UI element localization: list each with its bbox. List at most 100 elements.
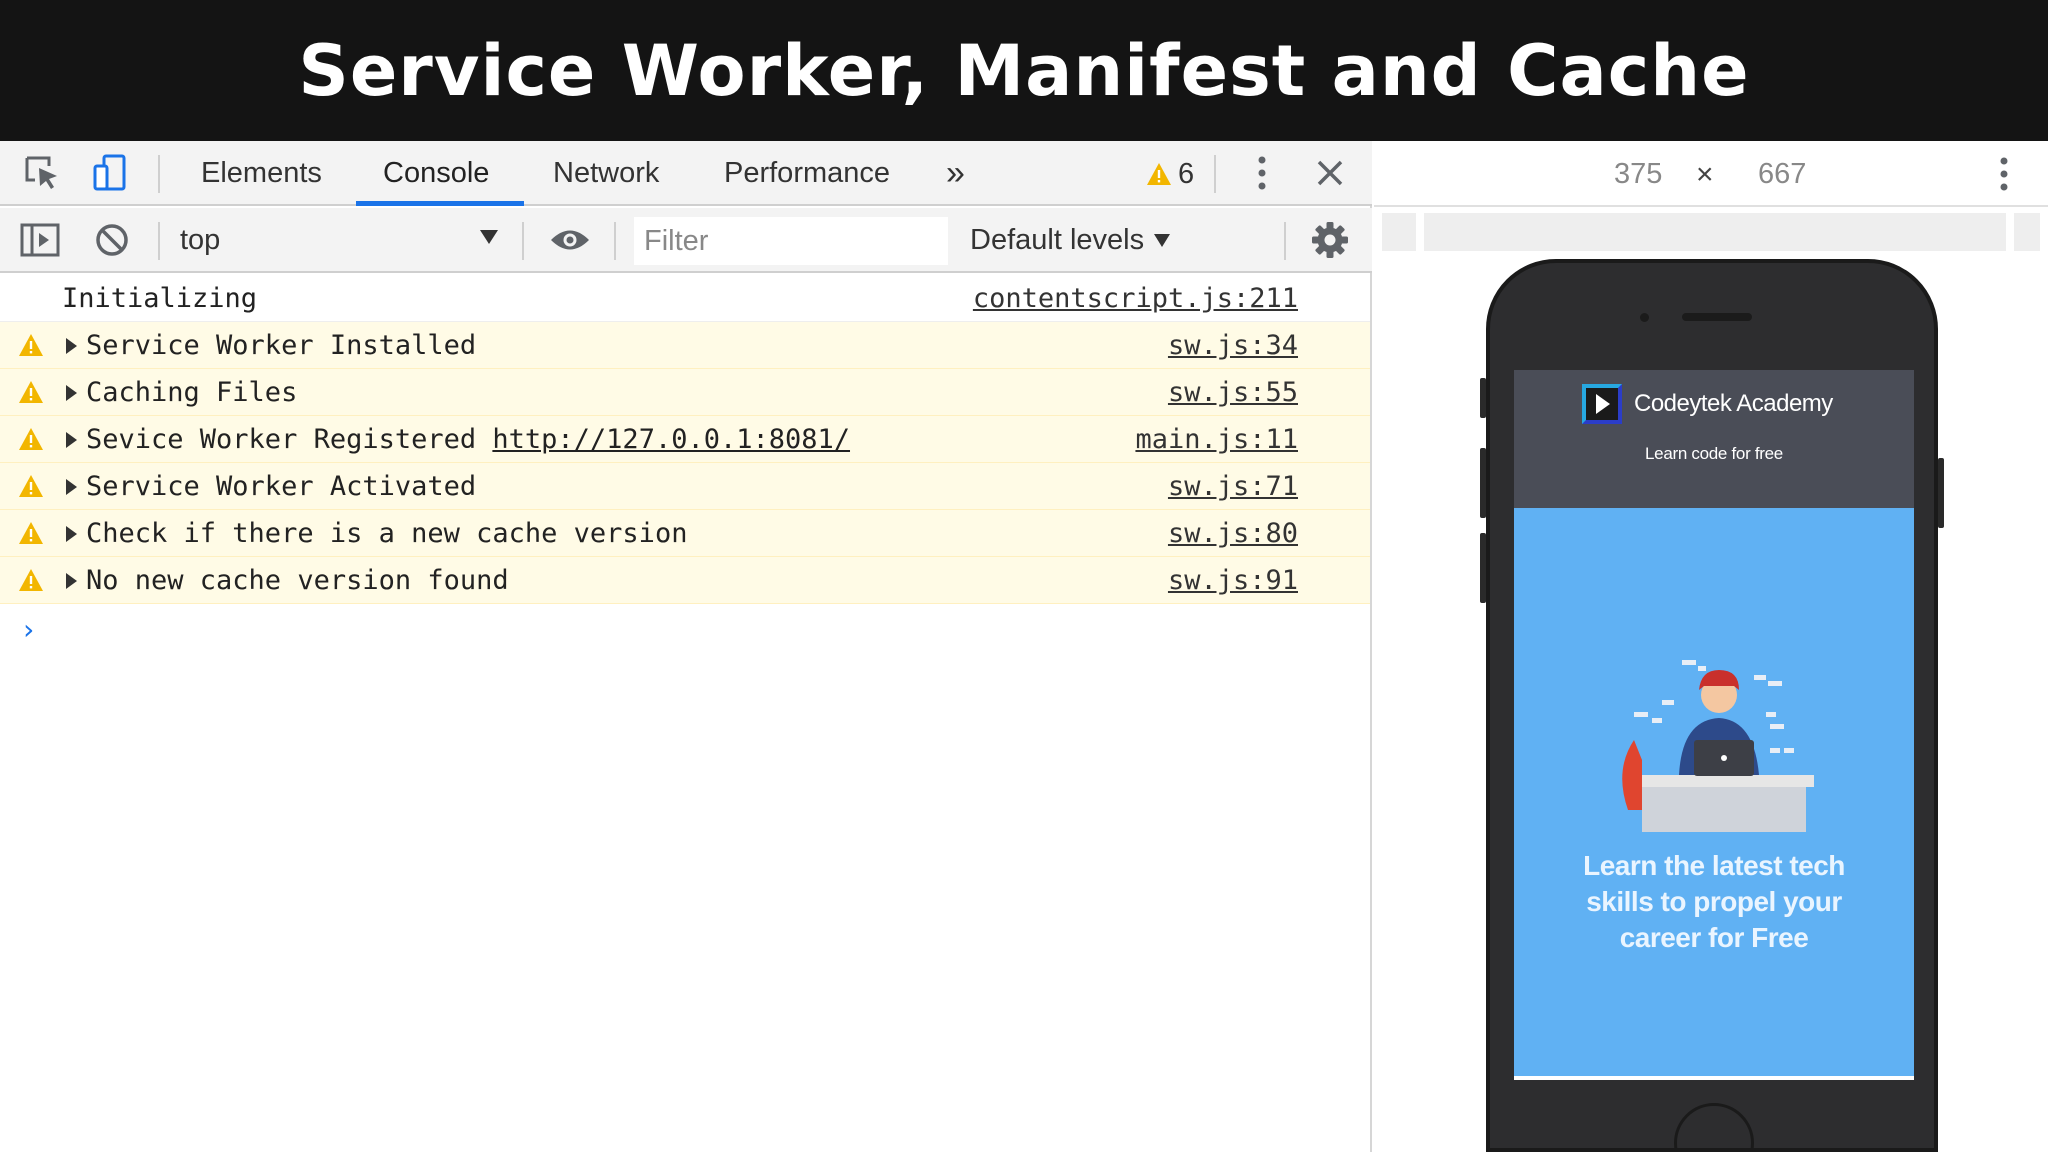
tab-performance[interactable]: Performance [724, 141, 890, 206]
hero-section: Learn the latest tech skills to propel y… [1514, 508, 1914, 1080]
console-row[interactable]: Caching Files sw.js:55 [0, 369, 1370, 416]
app-tagline: Learn code for free [1645, 444, 1783, 463]
console-message: Service Worker Activated [86, 471, 477, 502]
warning-count: 6 [1178, 157, 1195, 190]
ruler-segment[interactable] [1382, 213, 1416, 251]
device-dimensions-bar: 375 × 667 [1374, 141, 2048, 207]
console-row[interactable]: Initializing contentscript.js:211 [0, 275, 1370, 322]
hero-headline-line: Learn the latest tech [1583, 850, 1845, 881]
console-message: Service Worker Installed [86, 330, 477, 361]
phone-side-button [1480, 378, 1486, 418]
console-row[interactable]: Check if there is a new cache version sw… [0, 510, 1370, 557]
close-devtools-icon[interactable] [1308, 151, 1352, 195]
console-message-text: Sevice Worker Registered [86, 424, 493, 455]
url-link[interactable]: http://127.0.0.1:8081/ [492, 424, 850, 455]
devtools-tab-bar: Elements Console Network Performance » 6 [0, 141, 1372, 206]
console-message: Check if there is a new cache version [86, 518, 688, 549]
active-tab-indicator [356, 201, 524, 206]
console-messages: Initializing contentscript.js:211 Servic… [0, 275, 1370, 1152]
ruler-segment[interactable] [1424, 213, 2006, 251]
more-tabs-icon[interactable]: » [946, 141, 965, 206]
source-link[interactable]: main.js:11 [1135, 416, 1298, 463]
warning-icon [19, 334, 43, 356]
source-link[interactable]: sw.js:71 [1168, 463, 1298, 510]
toolbar-divider [522, 222, 524, 260]
tab-network[interactable]: Network [553, 141, 659, 206]
console-row[interactable]: Service Worker Activated sw.js:71 [0, 463, 1370, 510]
show-sidebar-icon[interactable] [18, 218, 62, 262]
context-selector[interactable]: top [180, 208, 220, 273]
context-dropdown-icon[interactable] [480, 230, 498, 244]
expand-triangle-icon[interactable] [66, 573, 77, 589]
ruler-segment[interactable] [2014, 213, 2040, 251]
console-message: Initializing [62, 283, 258, 314]
console-row[interactable]: Service Worker Installed sw.js:34 [0, 322, 1370, 369]
warning-icon [19, 428, 43, 450]
app-name[interactable]: Codeytek Academy [1634, 384, 1833, 424]
dimension-times-symbol: × [1696, 158, 1714, 191]
tab-console[interactable]: Console [383, 141, 489, 206]
phone-side-button [1938, 458, 1944, 528]
title-banner: Service Worker, Manifest and Cache [0, 0, 2048, 141]
app-header: Codeytek Academy Learn code for free [1514, 370, 1914, 508]
console-message: Sevice Worker Registered http://127.0.0.… [86, 416, 850, 463]
source-link[interactable]: sw.js:55 [1168, 369, 1298, 416]
console-settings-gear-icon[interactable] [1308, 218, 1352, 262]
phone-camera [1640, 313, 1649, 322]
device-toolbar-icon[interactable] [88, 151, 132, 195]
tab-elements[interactable]: Elements [201, 141, 322, 206]
live-expression-eye-icon[interactable] [548, 218, 592, 262]
devtools-panel: Elements Console Network Performance » 6 [0, 141, 1372, 1152]
warning-icon [1147, 163, 1171, 185]
warning-icon [19, 381, 43, 403]
source-link[interactable]: contentscript.js:211 [973, 275, 1298, 322]
phone-screen: Codeytek Academy Learn code for free Lea… [1514, 370, 1914, 1080]
device-preview-pane: 375 × 667 Codeytek Academy Learn code fo… [1374, 141, 2048, 1152]
console-row[interactable]: Sevice Worker Registered http://127.0.0.… [0, 416, 1370, 463]
log-levels-label: Default levels [970, 224, 1145, 256]
phone-speaker [1682, 313, 1752, 321]
hero-headline-line: career for Free [1619, 922, 1809, 953]
console-row[interactable]: No new cache version found sw.js:91 [0, 557, 1370, 604]
expand-triangle-icon[interactable] [66, 338, 77, 354]
device-width-input[interactable]: 375 [1614, 141, 1662, 207]
console-message: Caching Files [86, 377, 298, 408]
console-message: No new cache version found [86, 565, 509, 596]
device-height-input[interactable]: 667 [1758, 141, 1806, 207]
codeytek-logo-icon[interactable] [1582, 384, 1622, 424]
hero-headline: Learn the latest tech skills to propel y… [1534, 848, 1894, 956]
warning-icon [19, 475, 43, 497]
device-more-options-icon[interactable] [1982, 152, 2026, 196]
hero-headline-line: skills to propel your [1586, 886, 1842, 917]
expand-triangle-icon[interactable] [66, 385, 77, 401]
media-query-ruler[interactable] [1382, 213, 2040, 251]
warning-icon [19, 522, 43, 544]
inspect-element-icon[interactable] [20, 151, 64, 195]
filter-input[interactable] [634, 217, 948, 265]
source-link[interactable]: sw.js:91 [1168, 557, 1298, 604]
expand-triangle-icon[interactable] [66, 526, 77, 542]
clear-console-icon[interactable] [90, 218, 134, 262]
expand-triangle-icon[interactable] [66, 479, 77, 495]
banner-title: Service Worker, Manifest and Cache [298, 29, 1750, 112]
screen-edge [1514, 1076, 1914, 1080]
toolbar-divider [1214, 155, 1216, 193]
phone-frame: Codeytek Academy Learn code for free Lea… [1480, 259, 1944, 1152]
source-link[interactable]: sw.js:34 [1168, 322, 1298, 369]
source-link[interactable]: sw.js:80 [1168, 510, 1298, 557]
more-options-icon[interactable] [1240, 151, 1284, 195]
console-toolbar: top Default levels [0, 208, 1372, 273]
console-prompt[interactable]: › [20, 613, 37, 646]
developer-illustration [1622, 660, 1814, 832]
expand-triangle-icon[interactable] [66, 432, 77, 448]
chevron-down-icon [1154, 234, 1171, 247]
phone-home-button [1674, 1103, 1754, 1152]
toolbar-divider [1284, 222, 1286, 260]
log-levels-dropdown[interactable]: Default levels [970, 208, 1171, 273]
warning-counter[interactable]: 6 [1146, 155, 1194, 193]
phone-side-button [1480, 448, 1486, 518]
phone-side-button [1480, 533, 1486, 603]
toolbar-divider [158, 222, 160, 260]
toolbar-divider [614, 222, 616, 260]
toolbar-divider [158, 155, 160, 193]
